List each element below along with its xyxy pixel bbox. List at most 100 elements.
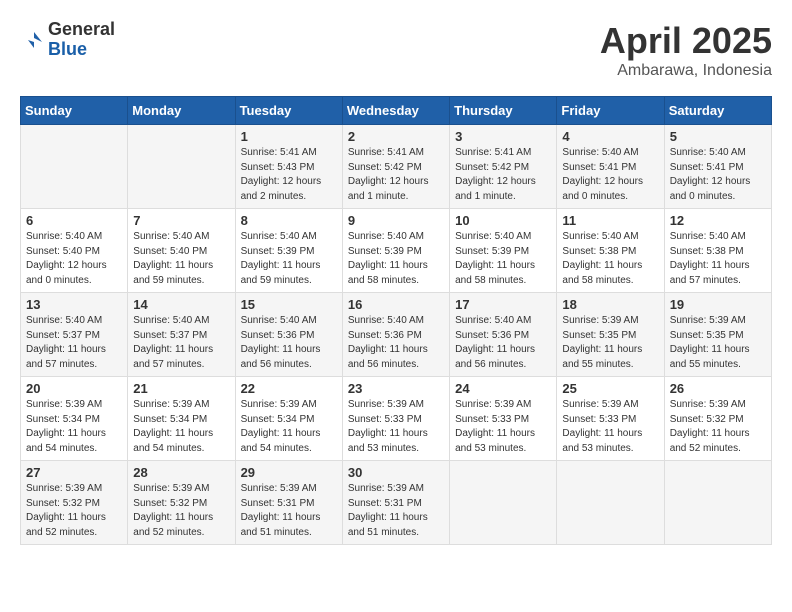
title-block: April 2025 Ambarawa, Indonesia [600, 20, 772, 80]
day-info: Sunrise: 5:39 AM Sunset: 5:33 PM Dayligh… [562, 398, 658, 456]
day-number: 10 [455, 213, 551, 228]
calendar-cell: 22 Sunrise: 5:39 AM Sunset: 5:34 PM Dayli… [235, 377, 342, 461]
weekday-header-monday: Monday [128, 97, 235, 125]
calendar-cell: 16 Sunrise: 5:40 AM Sunset: 5:36 PM Dayli… [342, 293, 449, 377]
calendar-table: SundayMondayTuesdayWednesdayThursdayFrid… [20, 96, 772, 545]
day-info: Sunrise: 5:40 AM Sunset: 5:39 PM Dayligh… [348, 230, 444, 288]
day-number: 8 [241, 213, 337, 228]
calendar-cell: 12 Sunrise: 5:40 AM Sunset: 5:38 PM Dayli… [664, 209, 771, 293]
day-number: 16 [348, 297, 444, 312]
calendar-body: 1Sunrise: 5:41 AM Sunset: 5:43 PM Daylig… [21, 125, 772, 545]
calendar-cell: 29 Sunrise: 5:39 AM Sunset: 5:31 PM Dayli… [235, 461, 342, 545]
day-number: 28 [133, 465, 229, 480]
calendar-week-row: 27 Sunrise: 5:39 AM Sunset: 5:32 PM Dayli… [21, 461, 772, 545]
day-number: 21 [133, 381, 229, 396]
day-info: Sunrise: 5:39 AM Sunset: 5:34 PM Dayligh… [241, 398, 337, 456]
calendar-week-row: 20 Sunrise: 5:39 AM Sunset: 5:34 PM Dayli… [21, 377, 772, 461]
day-number: 22 [241, 381, 337, 396]
day-number: 12 [670, 213, 766, 228]
calendar-cell: 17Sunrise: 5:40 AM Sunset: 5:36 PM Dayli… [450, 293, 557, 377]
day-number: 30 [348, 465, 444, 480]
day-info: Sunrise: 5:39 AM Sunset: 5:35 PM Dayligh… [670, 314, 766, 372]
day-number: 11 [562, 213, 658, 228]
day-info: Sunrise: 5:39 AM Sunset: 5:34 PM Dayligh… [133, 398, 229, 456]
day-info: Sunrise: 5:40 AM Sunset: 5:38 PM Dayligh… [670, 230, 766, 288]
calendar-cell: 11Sunrise: 5:40 AM Sunset: 5:38 PM Dayli… [557, 209, 664, 293]
day-info: Sunrise: 5:40 AM Sunset: 5:39 PM Dayligh… [455, 230, 551, 288]
day-number: 27 [26, 465, 122, 480]
day-number: 23 [348, 381, 444, 396]
day-number: 5 [670, 129, 766, 144]
calendar-cell: 15 Sunrise: 5:40 AM Sunset: 5:36 PM Dayli… [235, 293, 342, 377]
calendar-cell: 4Sunrise: 5:40 AM Sunset: 5:41 PM Daylig… [557, 125, 664, 209]
calendar-cell: 9Sunrise: 5:40 AM Sunset: 5:39 PM Daylig… [342, 209, 449, 293]
day-number: 17 [455, 297, 551, 312]
day-number: 24 [455, 381, 551, 396]
day-info: Sunrise: 5:40 AM Sunset: 5:36 PM Dayligh… [241, 314, 337, 372]
day-info: Sunrise: 5:39 AM Sunset: 5:34 PM Dayligh… [26, 398, 122, 456]
calendar-cell: 1Sunrise: 5:41 AM Sunset: 5:43 PM Daylig… [235, 125, 342, 209]
day-number: 29 [241, 465, 337, 480]
calendar-cell: 13Sunrise: 5:40 AM Sunset: 5:37 PM Dayli… [21, 293, 128, 377]
day-info: Sunrise: 5:40 AM Sunset: 5:37 PM Dayligh… [26, 314, 122, 372]
day-number: 3 [455, 129, 551, 144]
weekday-header-sunday: Sunday [21, 97, 128, 125]
logo-text: General Blue [48, 20, 115, 60]
day-info: Sunrise: 5:40 AM Sunset: 5:39 PM Dayligh… [241, 230, 337, 288]
calendar-cell: 14Sunrise: 5:40 AM Sunset: 5:37 PM Dayli… [128, 293, 235, 377]
day-info: Sunrise: 5:41 AM Sunset: 5:43 PM Dayligh… [241, 146, 337, 204]
day-info: Sunrise: 5:39 AM Sunset: 5:32 PM Dayligh… [26, 482, 122, 540]
day-number: 6 [26, 213, 122, 228]
day-info: Sunrise: 5:39 AM Sunset: 5:32 PM Dayligh… [133, 482, 229, 540]
calendar-week-row: 6 Sunrise: 5:40 AM Sunset: 5:40 PM Daylig… [21, 209, 772, 293]
weekday-header-tuesday: Tuesday [235, 97, 342, 125]
calendar-cell [128, 125, 235, 209]
day-info: Sunrise: 5:39 AM Sunset: 5:31 PM Dayligh… [348, 482, 444, 540]
calendar-cell: 26 Sunrise: 5:39 AM Sunset: 5:32 PM Dayli… [664, 377, 771, 461]
calendar-cell: 23Sunrise: 5:39 AM Sunset: 5:33 PM Dayli… [342, 377, 449, 461]
calendar-cell: 5Sunrise: 5:40 AM Sunset: 5:41 PM Daylig… [664, 125, 771, 209]
calendar-cell: 3 Sunrise: 5:41 AM Sunset: 5:42 PM Daylig… [450, 125, 557, 209]
day-number: 26 [670, 381, 766, 396]
day-info: Sunrise: 5:40 AM Sunset: 5:36 PM Dayligh… [348, 314, 444, 372]
day-number: 19 [670, 297, 766, 312]
calendar-cell [450, 461, 557, 545]
logo: General Blue [20, 20, 115, 60]
location: Ambarawa, Indonesia [600, 62, 772, 80]
day-info: Sunrise: 5:41 AM Sunset: 5:42 PM Dayligh… [455, 146, 551, 204]
day-number: 15 [241, 297, 337, 312]
day-info: Sunrise: 5:39 AM Sunset: 5:32 PM Dayligh… [670, 398, 766, 456]
weekday-header-thursday: Thursday [450, 97, 557, 125]
weekday-header-wednesday: Wednesday [342, 97, 449, 125]
weekday-header-friday: Friday [557, 97, 664, 125]
calendar-cell: 10 Sunrise: 5:40 AM Sunset: 5:39 PM Dayli… [450, 209, 557, 293]
calendar-cell: 6 Sunrise: 5:40 AM Sunset: 5:40 PM Daylig… [21, 209, 128, 293]
calendar-header: SundayMondayTuesdayWednesdayThursdayFrid… [21, 97, 772, 125]
calendar-cell: 27 Sunrise: 5:39 AM Sunset: 5:32 PM Dayli… [21, 461, 128, 545]
calendar-cell: 7 Sunrise: 5:40 AM Sunset: 5:40 PM Daylig… [128, 209, 235, 293]
page-header: General Blue April 2025 Ambarawa, Indone… [20, 20, 772, 80]
month-title: April 2025 [600, 20, 772, 62]
calendar-cell [557, 461, 664, 545]
day-info: Sunrise: 5:40 AM Sunset: 5:40 PM Dayligh… [26, 230, 122, 288]
day-info: Sunrise: 5:40 AM Sunset: 5:37 PM Dayligh… [133, 314, 229, 372]
calendar-cell: 28 Sunrise: 5:39 AM Sunset: 5:32 PM Dayli… [128, 461, 235, 545]
weekday-header-saturday: Saturday [664, 97, 771, 125]
day-info: Sunrise: 5:39 AM Sunset: 5:31 PM Dayligh… [241, 482, 337, 540]
calendar-cell: 21 Sunrise: 5:39 AM Sunset: 5:34 PM Dayli… [128, 377, 235, 461]
day-number: 7 [133, 213, 229, 228]
calendar-cell: 2 Sunrise: 5:41 AM Sunset: 5:42 PM Daylig… [342, 125, 449, 209]
calendar-cell: 24 Sunrise: 5:39 AM Sunset: 5:33 PM Dayli… [450, 377, 557, 461]
day-info: Sunrise: 5:40 AM Sunset: 5:40 PM Dayligh… [133, 230, 229, 288]
calendar-cell: 18Sunrise: 5:39 AM Sunset: 5:35 PM Dayli… [557, 293, 664, 377]
day-number: 20 [26, 381, 122, 396]
calendar-cell: 30 Sunrise: 5:39 AM Sunset: 5:31 PM Dayli… [342, 461, 449, 545]
day-number: 25 [562, 381, 658, 396]
day-number: 2 [348, 129, 444, 144]
calendar-cell: 19 Sunrise: 5:39 AM Sunset: 5:35 PM Dayli… [664, 293, 771, 377]
day-info: Sunrise: 5:39 AM Sunset: 5:33 PM Dayligh… [455, 398, 551, 456]
calendar-cell: 25 Sunrise: 5:39 AM Sunset: 5:33 PM Dayli… [557, 377, 664, 461]
day-info: Sunrise: 5:41 AM Sunset: 5:42 PM Dayligh… [348, 146, 444, 204]
weekday-header-row: SundayMondayTuesdayWednesdayThursdayFrid… [21, 97, 772, 125]
logo-icon [20, 28, 44, 52]
